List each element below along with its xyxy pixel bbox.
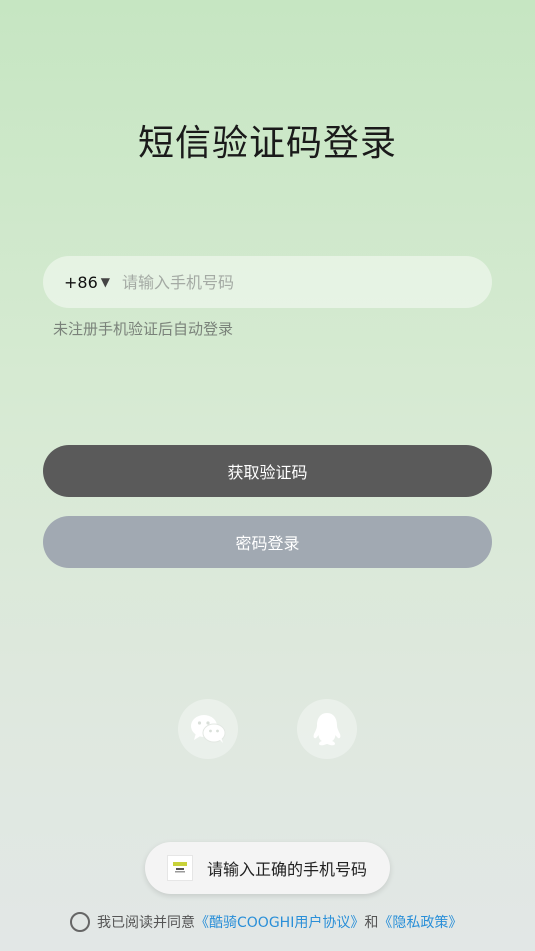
get-code-button[interactable]: 获取验证码 [43, 445, 492, 497]
phone-number-input[interactable] [120, 271, 464, 293]
auto-register-hint: 未注册手机验证后自动登录 [53, 320, 234, 338]
agreement-and: 和 [364, 915, 379, 931]
country-code-selector[interactable]: +86 ▼ [64, 273, 110, 292]
toast-message: 请输入正确的手机号码 [145, 842, 390, 894]
agreement-row: 我已阅读并同意 《酷骑COOGHI用户协议》 和 《隐私政策》 [70, 912, 462, 932]
wechat-icon [191, 715, 226, 743]
chevron-down-icon: ▼ [100, 275, 110, 289]
toast-text: 请输入正确的手机号码 [207, 860, 368, 879]
qq-icon [313, 713, 341, 746]
country-code-label: +86 [64, 272, 98, 292]
phone-input-container: +86 ▼ [43, 256, 492, 308]
page-title: 短信验证码登录 [137, 123, 397, 164]
privacy-policy-link[interactable]: 《隐私政策》 [378, 912, 462, 932]
agreement-checkbox[interactable] [70, 912, 90, 932]
wechat-login-button[interactable] [178, 699, 238, 759]
password-login-button[interactable]: 密码登录 [43, 516, 492, 568]
qq-login-button[interactable] [297, 699, 357, 759]
app-icon [167, 855, 193, 881]
agreement-prefix: 我已阅读并同意 [97, 915, 195, 931]
user-agreement-link[interactable]: 《酷骑COOGHI用户协议》 [195, 912, 364, 932]
